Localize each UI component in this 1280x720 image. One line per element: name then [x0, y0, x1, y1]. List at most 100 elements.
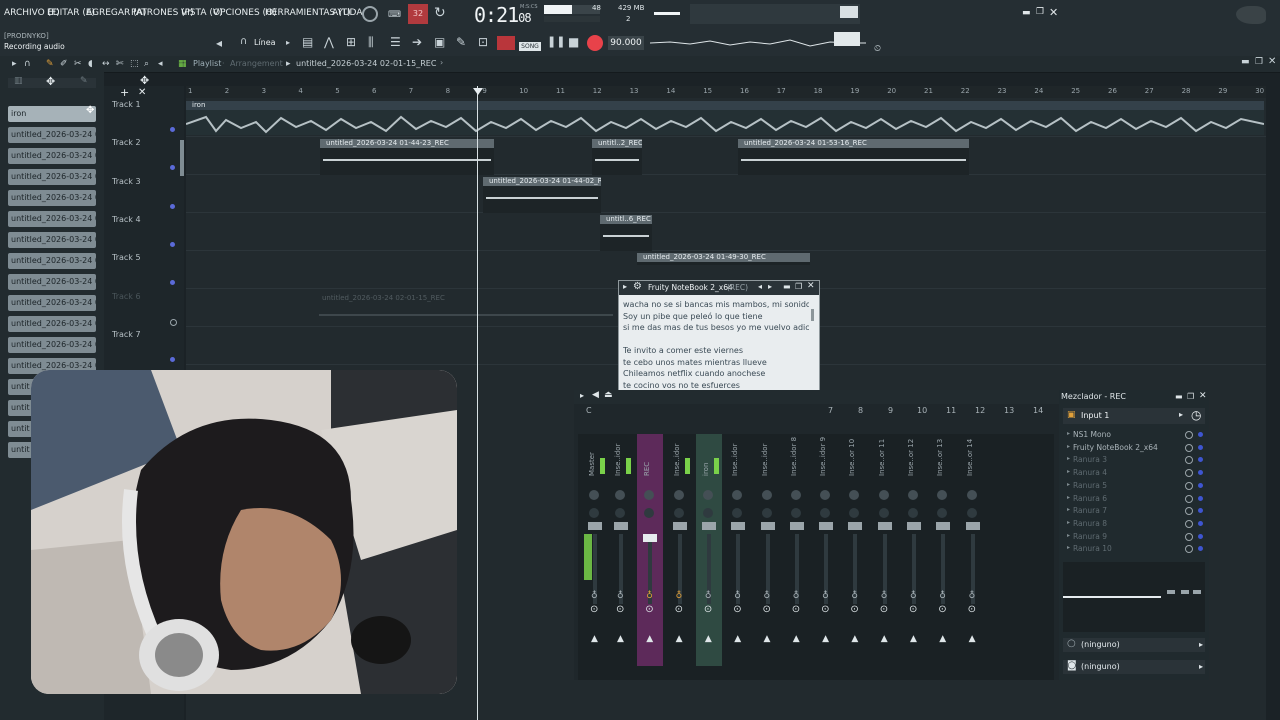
mixer-arrow-icon[interactable]: ▸ — [580, 391, 584, 400]
slot-arrow-icon[interactable]: ▸ — [1067, 544, 1070, 551]
pencil-tool-icon[interactable]: ✎ — [46, 57, 54, 71]
slot-mix-knob[interactable] — [1185, 532, 1193, 541]
slot-mix-knob[interactable] — [1185, 481, 1193, 490]
pattern-item[interactable]: untitled_2026-03-24 01-... — [8, 190, 96, 206]
record-button[interactable] — [587, 35, 603, 51]
route-arrow-icon[interactable]: ▲ — [881, 634, 888, 644]
pattern-badge[interactable]: 32 — [408, 4, 428, 24]
stereo-knob[interactable] — [937, 508, 948, 518]
slot-enable-led[interactable] — [1198, 495, 1203, 501]
track-lane[interactable] — [186, 212, 1266, 251]
playlist-restore-icon[interactable]: ❐ — [1255, 57, 1263, 67]
record-arm-icon[interactable]: ♁ — [734, 591, 741, 601]
minimize-window-icon[interactable]: ▬ — [1022, 8, 1031, 18]
audio-clip[interactable]: untitled_2026-03-24 01-44-23_REC — [320, 139, 494, 175]
record-arm-icon[interactable]: ♁ — [969, 591, 976, 601]
close-window-icon[interactable]: ✕ — [1049, 6, 1058, 19]
stereo-knob[interactable] — [615, 508, 625, 518]
audio-clip-iron[interactable]: iron — [186, 101, 1264, 135]
track-active-led[interactable] — [170, 165, 175, 171]
route-arrow-icon[interactable]: ▲ — [910, 634, 917, 644]
pattern-item[interactable]: untitled_2026-03-24 01-... — [8, 253, 96, 269]
playhead-marker-icon[interactable] — [473, 88, 483, 95]
notebook-close-icon[interactable]: ✕ — [807, 281, 815, 291]
slot-enable-led[interactable] — [1198, 520, 1203, 526]
slot-enable-led[interactable] — [1198, 533, 1203, 539]
fader-cap[interactable] — [643, 534, 658, 542]
fader-cap[interactable] — [819, 522, 834, 530]
slice-tool-icon[interactable]: ✄ — [116, 57, 124, 71]
slot-arrow-icon[interactable]: ▸ — [1067, 519, 1070, 526]
stereo-knob[interactable] — [820, 508, 831, 518]
save-icon[interactable]: ▣ — [434, 35, 445, 49]
fader-cap[interactable] — [965, 522, 980, 530]
timeline-ruler[interactable]: 1 2 3 4 5 6 7 8 9 10 11 12 13 14 15 16 17 18 19 20 21 22 23 24 2… — [186, 86, 1266, 98]
master-volume-slider[interactable] — [654, 12, 680, 15]
track-name[interactable]: Track 6 — [112, 292, 141, 301]
track-active-led[interactable] — [170, 318, 177, 326]
edit-pattern-icon[interactable]: ✎ — [80, 76, 88, 86]
effect-slot[interactable]: Fruity NoteBook 2_x64 — [1073, 443, 1158, 452]
fader-cap[interactable] — [789, 522, 804, 530]
plugin-icon[interactable]: ✎ — [456, 35, 466, 49]
effect-slot[interactable]: Ranura 9 — [1073, 532, 1107, 541]
mixer-restore-icon[interactable]: ❐ — [1187, 392, 1194, 401]
route-arrow-icon[interactable]: ▲ — [591, 634, 598, 644]
effect-slot[interactable]: Ranura 3 — [1073, 455, 1107, 464]
mute-toggle-icon[interactable]: ⊙ — [880, 604, 888, 615]
slot-enable-led[interactable] — [1198, 444, 1203, 450]
stereo-knob[interactable] — [790, 508, 801, 518]
pattern-item[interactable]: untitled_2026-03-24 01-... — [8, 295, 96, 311]
route-arrow-icon[interactable]: ▲ — [764, 634, 771, 644]
mixer-strip[interactable]: Inse..or 14 ♁ ⊙ ▲ — [960, 434, 986, 666]
mute-toggle-icon[interactable]: ⊙ — [821, 604, 829, 615]
mixer-strip[interactable]: Inse..idor 8 ♁ ⊙ ▲ — [784, 434, 810, 666]
record-arm-icon[interactable]: ♁ — [705, 591, 712, 601]
horizontal-zoom-icon[interactable]: ✥ — [140, 74, 149, 87]
mute-toggle-icon[interactable]: ⊙ — [763, 604, 771, 615]
mixer-strip[interactable]: Inse..or 12 ♁ ⊙ ▲ — [901, 434, 927, 666]
next-preset-icon[interactable]: ▸ — [768, 282, 772, 291]
slot-mix-knob[interactable] — [1185, 494, 1193, 503]
snap-mode-select[interactable]: Línea — [254, 38, 276, 47]
track-name[interactable]: Track 4 — [112, 215, 141, 224]
route-arrow-icon[interactable]: ▲ — [617, 634, 624, 644]
mixer-strip[interactable]: Inse..idor ♁ ⊙ ▲ — [667, 434, 693, 666]
menu-ayuda[interactable]: AYUDA — [332, 8, 362, 18]
effect-slot[interactable]: Ranura 5 — [1073, 481, 1107, 490]
playhead[interactable] — [477, 86, 478, 720]
pan-knob[interactable] — [878, 490, 889, 500]
track-lane[interactable] — [186, 174, 1266, 213]
record-arm-icon[interactable]: ♁ — [764, 591, 771, 601]
pan-knob[interactable] — [761, 490, 772, 500]
eq-panel[interactable] — [1063, 562, 1205, 632]
audio-clip-muted[interactable]: untitled_2026-03-24 02-01-15_REC — [316, 294, 616, 330]
slot-arrow-icon[interactable]: ▸ — [1067, 506, 1070, 513]
pan-knob[interactable] — [790, 490, 801, 500]
record-arm-icon[interactable]: ♁ — [676, 591, 683, 601]
send-selector-2[interactable]: ◙ (ninguno) ▸ — [1063, 660, 1205, 674]
audio-clip[interactable]: untitl..6_REC — [600, 215, 652, 251]
mixer-strip[interactable]: REC ♁ ⊙ ▲ — [637, 434, 664, 666]
pan-knob[interactable] — [644, 490, 655, 500]
audio-clip[interactable]: untitled_2026-03-24 01-53-16_REC — [738, 139, 969, 175]
pan-knob[interactable] — [589, 490, 599, 500]
slot-mix-knob[interactable] — [1185, 431, 1193, 439]
pan-knob[interactable] — [849, 490, 860, 500]
stereo-knob[interactable] — [878, 508, 889, 518]
mute-toggle-icon[interactable]: ⊙ — [733, 604, 741, 615]
effect-slot[interactable]: Ranura 10 — [1073, 544, 1112, 553]
wave-tool-icon[interactable]: ⋀ — [324, 35, 334, 49]
track-name[interactable]: Track 3 — [112, 177, 141, 186]
mute-toggle-icon[interactable]: ⊙ — [968, 604, 976, 615]
pan-knob[interactable] — [702, 490, 713, 500]
route-arrow-icon[interactable]: ▲ — [705, 634, 712, 644]
stereo-knob[interactable] — [644, 508, 655, 518]
move-icon[interactable]: ✥ — [46, 75, 55, 88]
mute-toggle-icon[interactable]: ⊙ — [938, 604, 946, 615]
fader-cap[interactable] — [731, 522, 746, 530]
timer-icon[interactable]: ◷ — [1191, 408, 1201, 422]
record-pattern-button[interactable] — [497, 36, 515, 50]
stereo-knob[interactable] — [761, 508, 772, 518]
audio-clip[interactable]: untitl..2_REC — [592, 139, 642, 175]
